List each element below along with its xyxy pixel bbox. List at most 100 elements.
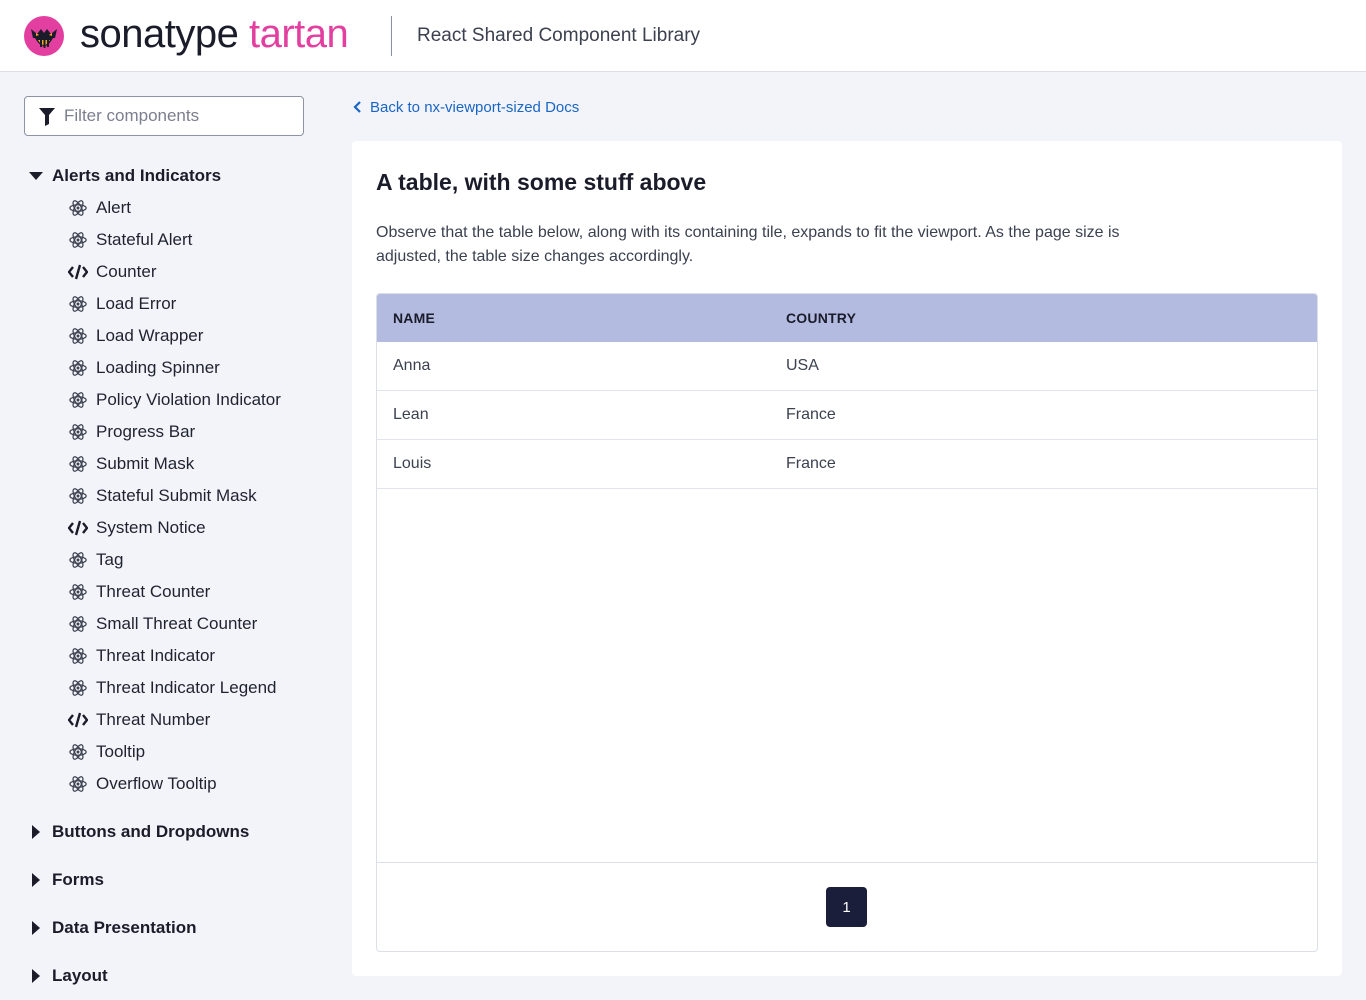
sidebar-item-small-threat-counter[interactable]: Small Threat Counter (68, 612, 257, 636)
react-icon (68, 551, 88, 569)
data-table: NAME COUNTRY Anna USA Lean France Louis … (376, 293, 1318, 952)
sidebar-item-label: Stateful Alert (96, 230, 193, 249)
sidebar-item-threat-counter[interactable]: Threat Counter (68, 580, 210, 604)
sidebar-item-system-notice[interactable]: System Notice (68, 516, 206, 540)
table-row: Anna USA (377, 342, 1317, 391)
table-cell-name: Lean (393, 406, 429, 423)
sidebar-item-threat-number[interactable]: Threat Number (68, 708, 210, 732)
sidebar-group-alerts-and-indicators[interactable]: Alerts and Indicators (28, 164, 221, 188)
filter-components-field[interactable] (24, 96, 304, 136)
sidebar-item-load-wrapper[interactable]: Load Wrapper (68, 324, 203, 348)
react-icon (68, 455, 88, 473)
header-subtitle: React Shared Component Library (417, 25, 701, 46)
sidebar-group-label: Alerts and Indicators (52, 166, 222, 185)
column-header-country[interactable]: COUNTRY (786, 310, 856, 326)
sidebar-item-stateful-submit-mask[interactable]: Stateful Submit Mask (68, 484, 257, 508)
react-icon (68, 199, 88, 217)
brand-secondary-text: tartan (248, 12, 349, 56)
table-row: Louis France (377, 440, 1317, 489)
code-icon (68, 519, 88, 537)
brand-primary-text: sonatype (80, 12, 239, 56)
sidebar-item-label: Threat Indicator Legend (96, 678, 277, 697)
sidebar-item-label: Overflow Tooltip (96, 774, 217, 793)
sidebar-item-label: Tag (96, 550, 124, 569)
sidebar-item-label: Policy Violation Indicator (96, 390, 281, 409)
react-icon (68, 391, 88, 409)
sidebar-item-label: Load Error (96, 294, 177, 313)
column-header-name[interactable]: NAME (393, 310, 435, 326)
back-link-label: Back to nx-viewport-sized Docs (370, 98, 580, 116)
react-icon (68, 295, 88, 313)
content-tile: A table, with some stuff above Observe t… (352, 141, 1342, 976)
caret-down-icon (28, 168, 44, 184)
sidebar-item-overflow-tooltip[interactable]: Overflow Tooltip (68, 772, 217, 796)
sidebar-item-tooltip[interactable]: Tooltip (68, 740, 145, 764)
sidebar-item-label: Threat Number (96, 710, 211, 729)
chevron-left-icon (353, 101, 361, 113)
page-button-current[interactable]: 1 (826, 887, 867, 927)
table-header: NAME COUNTRY (377, 294, 1317, 342)
sidebar-item-label: Submit Mask (96, 454, 195, 473)
sidebar-group-label: Layout (52, 966, 108, 985)
sidebar-item-stateful-alert[interactable]: Stateful Alert (68, 228, 192, 252)
sidebar-item-progress-bar[interactable]: Progress Bar (68, 420, 195, 444)
react-icon (68, 583, 88, 601)
tartan-logo-icon (24, 16, 64, 56)
table-cell-name: Louis (393, 455, 432, 472)
table-row: Lean France (377, 391, 1317, 440)
brand-wordmark: sonatype tartan (80, 12, 349, 56)
sidebar-item-counter[interactable]: Counter (68, 260, 156, 284)
sidebar-item-label: Alert (96, 198, 131, 217)
back-link[interactable]: Back to nx-viewport-sized Docs (352, 97, 579, 117)
sidebar-item-tag[interactable]: Tag (68, 548, 123, 572)
sidebar-item-loading-spinner[interactable]: Loading Spinner (68, 356, 220, 380)
react-icon (68, 679, 88, 697)
sidebar-item-label: Small Threat Counter (96, 614, 258, 633)
sidebar-group-label: Buttons and Dropdowns (52, 822, 250, 841)
react-icon (68, 775, 88, 793)
sidebar-item-policy-violation-indicator[interactable]: Policy Violation Indicator (68, 388, 281, 412)
react-icon (68, 423, 88, 441)
caret-right-icon (28, 872, 44, 888)
caret-right-icon (28, 824, 44, 840)
table-cell-country: France (786, 406, 836, 423)
sidebar-item-load-error[interactable]: Load Error (68, 292, 176, 316)
code-icon (68, 711, 88, 729)
header-divider (391, 16, 392, 56)
react-icon (68, 743, 88, 761)
sidebar-group-data-presentation[interactable]: Data Presentation (28, 916, 197, 940)
sidebar-item-label: Tooltip (96, 742, 146, 761)
table-cell-country: France (786, 455, 836, 472)
tile-description: Observe that the table below, along with… (376, 224, 1120, 265)
react-icon (68, 327, 88, 345)
sidebar-item-label: Threat Indicator (96, 646, 216, 665)
tile-title: A table, with some stuff above (376, 169, 707, 195)
sidebar-group-label: Forms (52, 870, 104, 889)
sidebar-group-label: Data Presentation (52, 918, 197, 937)
sidebar-item-label: Load Wrapper (96, 326, 204, 345)
sidebar-item-threat-indicator-legend[interactable]: Threat Indicator Legend (68, 676, 277, 700)
table-cell-name: Anna (393, 357, 431, 374)
react-icon (68, 359, 88, 377)
react-icon (68, 647, 88, 665)
filter-icon (39, 108, 55, 126)
code-icon (68, 263, 88, 281)
pagination: 1 (377, 862, 1317, 951)
sidebar-item-label: Progress Bar (96, 422, 196, 441)
react-icon (68, 615, 88, 633)
sidebar-item-threat-indicator[interactable]: Threat Indicator (68, 644, 215, 668)
sidebar-item-label: Threat Counter (96, 582, 211, 601)
sidebar-group-buttons-and-dropdowns[interactable]: Buttons and Dropdowns (28, 820, 249, 844)
table-cell-country: USA (786, 357, 819, 374)
sidebar-group-layout[interactable]: Layout (28, 964, 108, 988)
react-icon (68, 231, 88, 249)
sidebar-item-label: System Notice (96, 518, 206, 537)
sidebar-item-alert[interactable]: Alert (68, 196, 131, 220)
caret-right-icon (28, 968, 44, 984)
sidebar-item-submit-mask[interactable]: Submit Mask (68, 452, 194, 476)
filter-components-input[interactable] (64, 97, 294, 135)
caret-right-icon (28, 920, 44, 936)
app-header: sonatype tartan React Shared Component L… (0, 0, 1366, 72)
sidebar-item-label: Stateful Submit Mask (96, 486, 257, 505)
sidebar-group-forms[interactable]: Forms (28, 868, 104, 892)
